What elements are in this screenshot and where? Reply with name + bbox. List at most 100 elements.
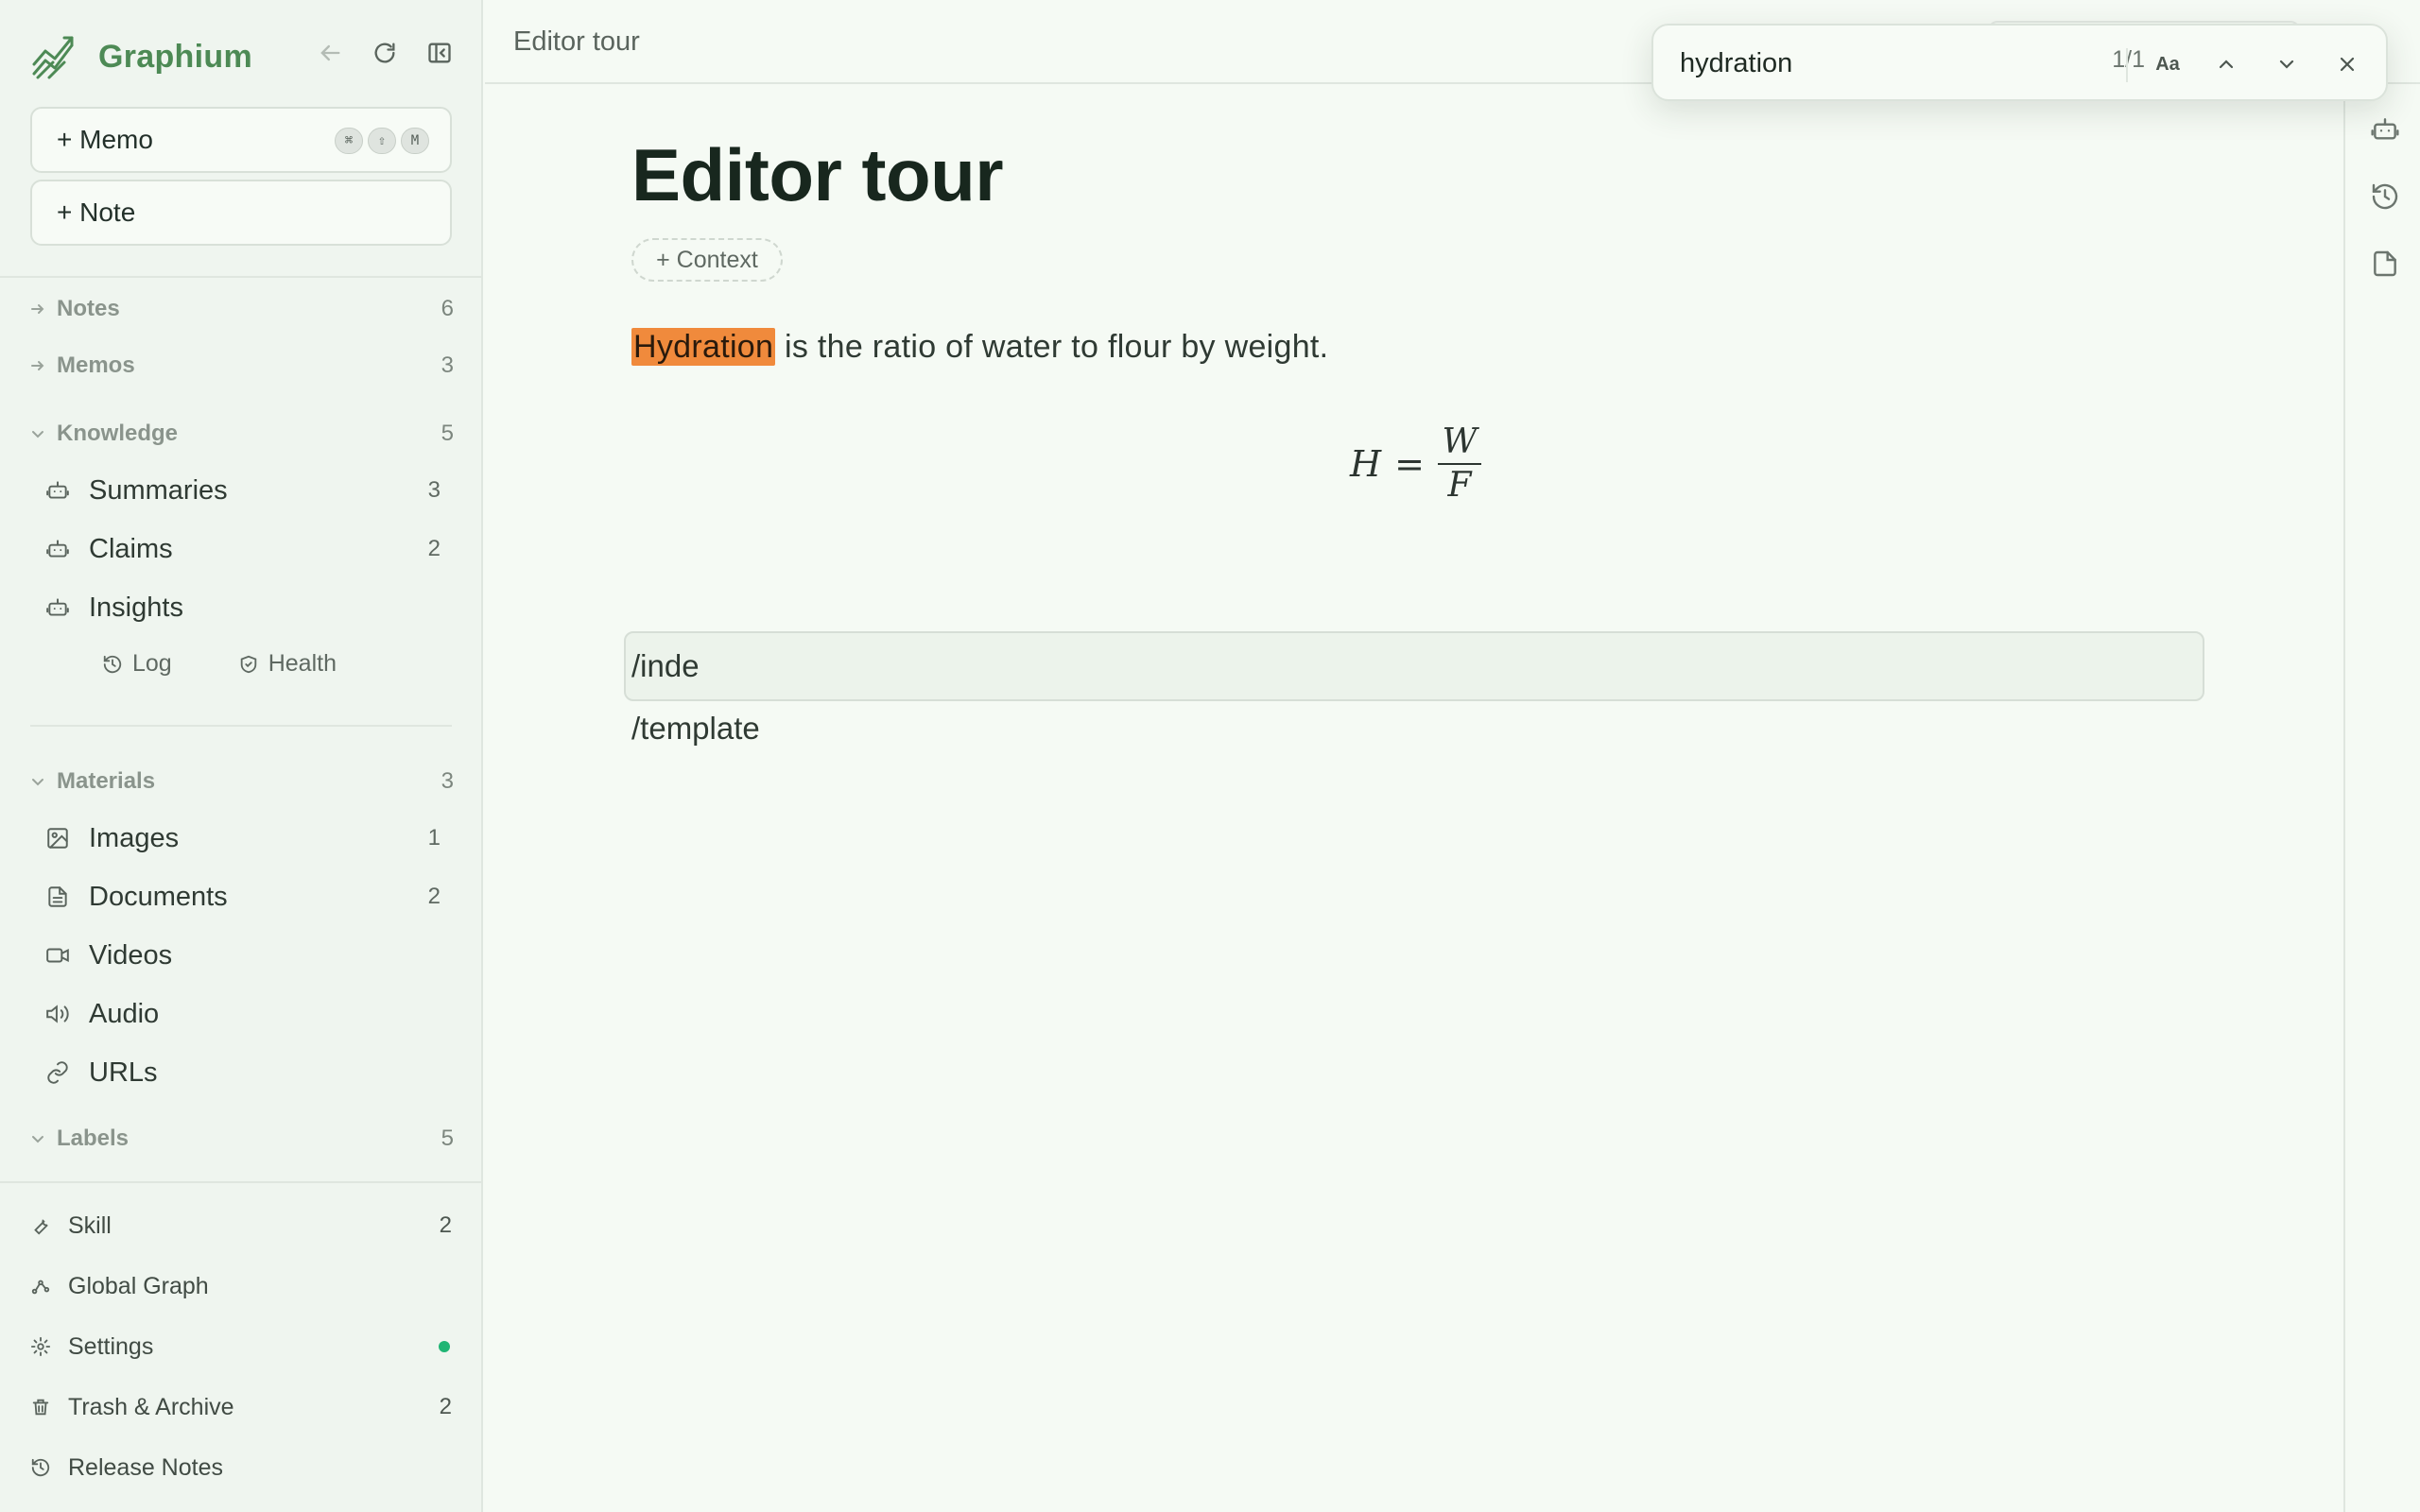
paragraph-text: is the ratio of water to flour by weight… [775,329,1329,365]
new-note-label: + Note [57,198,136,227]
add-context-button[interactable]: + Context [631,238,783,282]
sidebar-item-images[interactable]: Images 1 [43,815,441,862]
sidebar-item-label: Summaries [89,474,228,506]
health-label: Health [268,650,337,677]
kbd-cmd: ⌘ [335,128,363,154]
section-count: 6 [441,296,454,321]
sidebar-item-claims[interactable]: Claims 2 [43,525,441,573]
brand[interactable]: Graphium [30,28,252,85]
paragraph[interactable]: Hydration is the ratio of water to flour… [631,328,1329,366]
right-rail [2343,84,2420,1512]
section-materials[interactable]: Materials 3 [28,763,454,800]
health-link[interactable]: Health [238,650,337,678]
item-count: 3 [427,477,441,503]
new-memo-button[interactable]: + Memo ⌘ ⇧ M [30,107,452,173]
gear-icon [30,1335,53,1358]
document-icon[interactable] [2370,249,2400,279]
footer-item-label: Release Notes [68,1453,223,1481]
formula-fraction: W F [1437,422,1481,505]
sidebar-item-skill[interactable]: Skill 2 [30,1205,452,1246]
fraction-bar [1437,463,1481,465]
item-count: 1 [427,825,441,850]
sidebar-item-videos[interactable]: Videos [43,932,441,979]
section-notes[interactable]: Notes 6 [28,290,454,328]
page-title[interactable]: Editor tour [631,132,2204,218]
item-count: 2 [427,884,441,909]
history-icon [30,1456,53,1479]
new-memo-label: + Memo [57,125,153,154]
refresh-icon[interactable] [370,38,400,68]
sidebar-item-label: URLs [89,1057,158,1088]
close-icon[interactable] [2331,48,2363,80]
arrow-right-icon [28,299,49,319]
video-icon [43,941,72,970]
sidebar-item-documents[interactable]: Documents 2 [43,873,441,920]
section-label: Memos [57,352,135,378]
log-label: Log [132,650,172,677]
app-name: Graphium [98,38,252,75]
history-icon[interactable] [2370,181,2400,212]
graph-icon [30,1275,53,1297]
new-note-button[interactable]: + Note [30,180,452,246]
chevron-up-icon[interactable] [2210,48,2242,80]
sidebar-item-label: Documents [89,881,228,912]
section-count: 3 [441,352,454,378]
match-case-toggle[interactable]: Aa [2152,48,2184,80]
kbd-shift: ⇧ [368,128,396,154]
robot-icon [43,476,72,505]
back-arrow-icon[interactable] [315,38,345,68]
trash-icon [30,1396,53,1418]
section-count: 5 [441,1125,454,1151]
sidebar-item-summaries[interactable]: Summaries 3 [43,467,441,514]
status-dot [439,1341,450,1352]
history-icon [103,655,122,673]
chevron-down-icon [28,771,49,792]
document-icon [43,883,72,911]
find-input[interactable] [1680,44,2058,82]
sidebar-item-global-graph[interactable]: Global Graph [30,1265,452,1307]
sidebar-item-label: Audio [89,998,160,1029]
sidebar-item-trash-archive[interactable]: Trash & Archive 2 [30,1386,452,1428]
section-knowledge[interactable]: Knowledge 5 [28,415,454,453]
link-icon [43,1058,72,1087]
knowledge-sub-links: Log Health [102,650,337,678]
robot-icon [43,593,72,622]
text-line[interactable]: /template [631,711,760,747]
divider [30,725,452,727]
divider [2126,48,2128,82]
sidebar-item-label: Videos [89,939,173,971]
section-labels[interactable]: Labels 5 [28,1120,454,1158]
log-link[interactable]: Log [102,650,172,678]
sidebar-item-audio[interactable]: Audio [43,990,441,1038]
section-memos[interactable]: Memos 3 [28,347,454,385]
wrench-icon [30,1214,53,1237]
chevron-down-icon [28,423,49,444]
sidebar-item-label: Insights [89,592,183,623]
robot-icon [43,535,72,563]
breadcrumb[interactable]: Editor tour [513,26,640,58]
footer-item-label: Trash & Archive [68,1393,234,1420]
section-label: Knowledge [57,421,179,446]
sidebar-item-settings[interactable]: Settings [30,1326,452,1367]
item-count: 2 [439,1394,452,1419]
math-formula[interactable]: H = W F [1350,423,1481,505]
editor[interactable]: Editor tour + Context Hydration is the r… [631,132,2204,505]
chevron-down-icon[interactable] [2271,48,2303,80]
section-label: Labels [57,1125,130,1151]
section-label: Notes [57,296,120,321]
sidebar-item-urls[interactable]: URLs [43,1049,441,1096]
sidebar-item-insights[interactable]: Insights [43,584,441,631]
item-count: 2 [427,536,441,561]
slash-command-text: /inde [631,648,700,683]
item-count: 2 [439,1212,452,1238]
speaker-icon [43,1000,72,1028]
sidebar-item-release-notes[interactable]: Release Notes [30,1447,452,1488]
sidebar: Graphium + Memo ⌘ ⇧ M + Note Notes 6 Mem… [0,0,483,1512]
footer-item-label: Settings [68,1332,154,1360]
divider [0,276,483,278]
slash-command-block[interactable]: /inde [624,631,2204,701]
collapse-sidebar-icon[interactable] [424,38,455,68]
robot-icon[interactable] [2370,114,2400,145]
formula-numerator: W [1442,422,1478,461]
find-match-count: 1/1 [2112,46,2145,73]
